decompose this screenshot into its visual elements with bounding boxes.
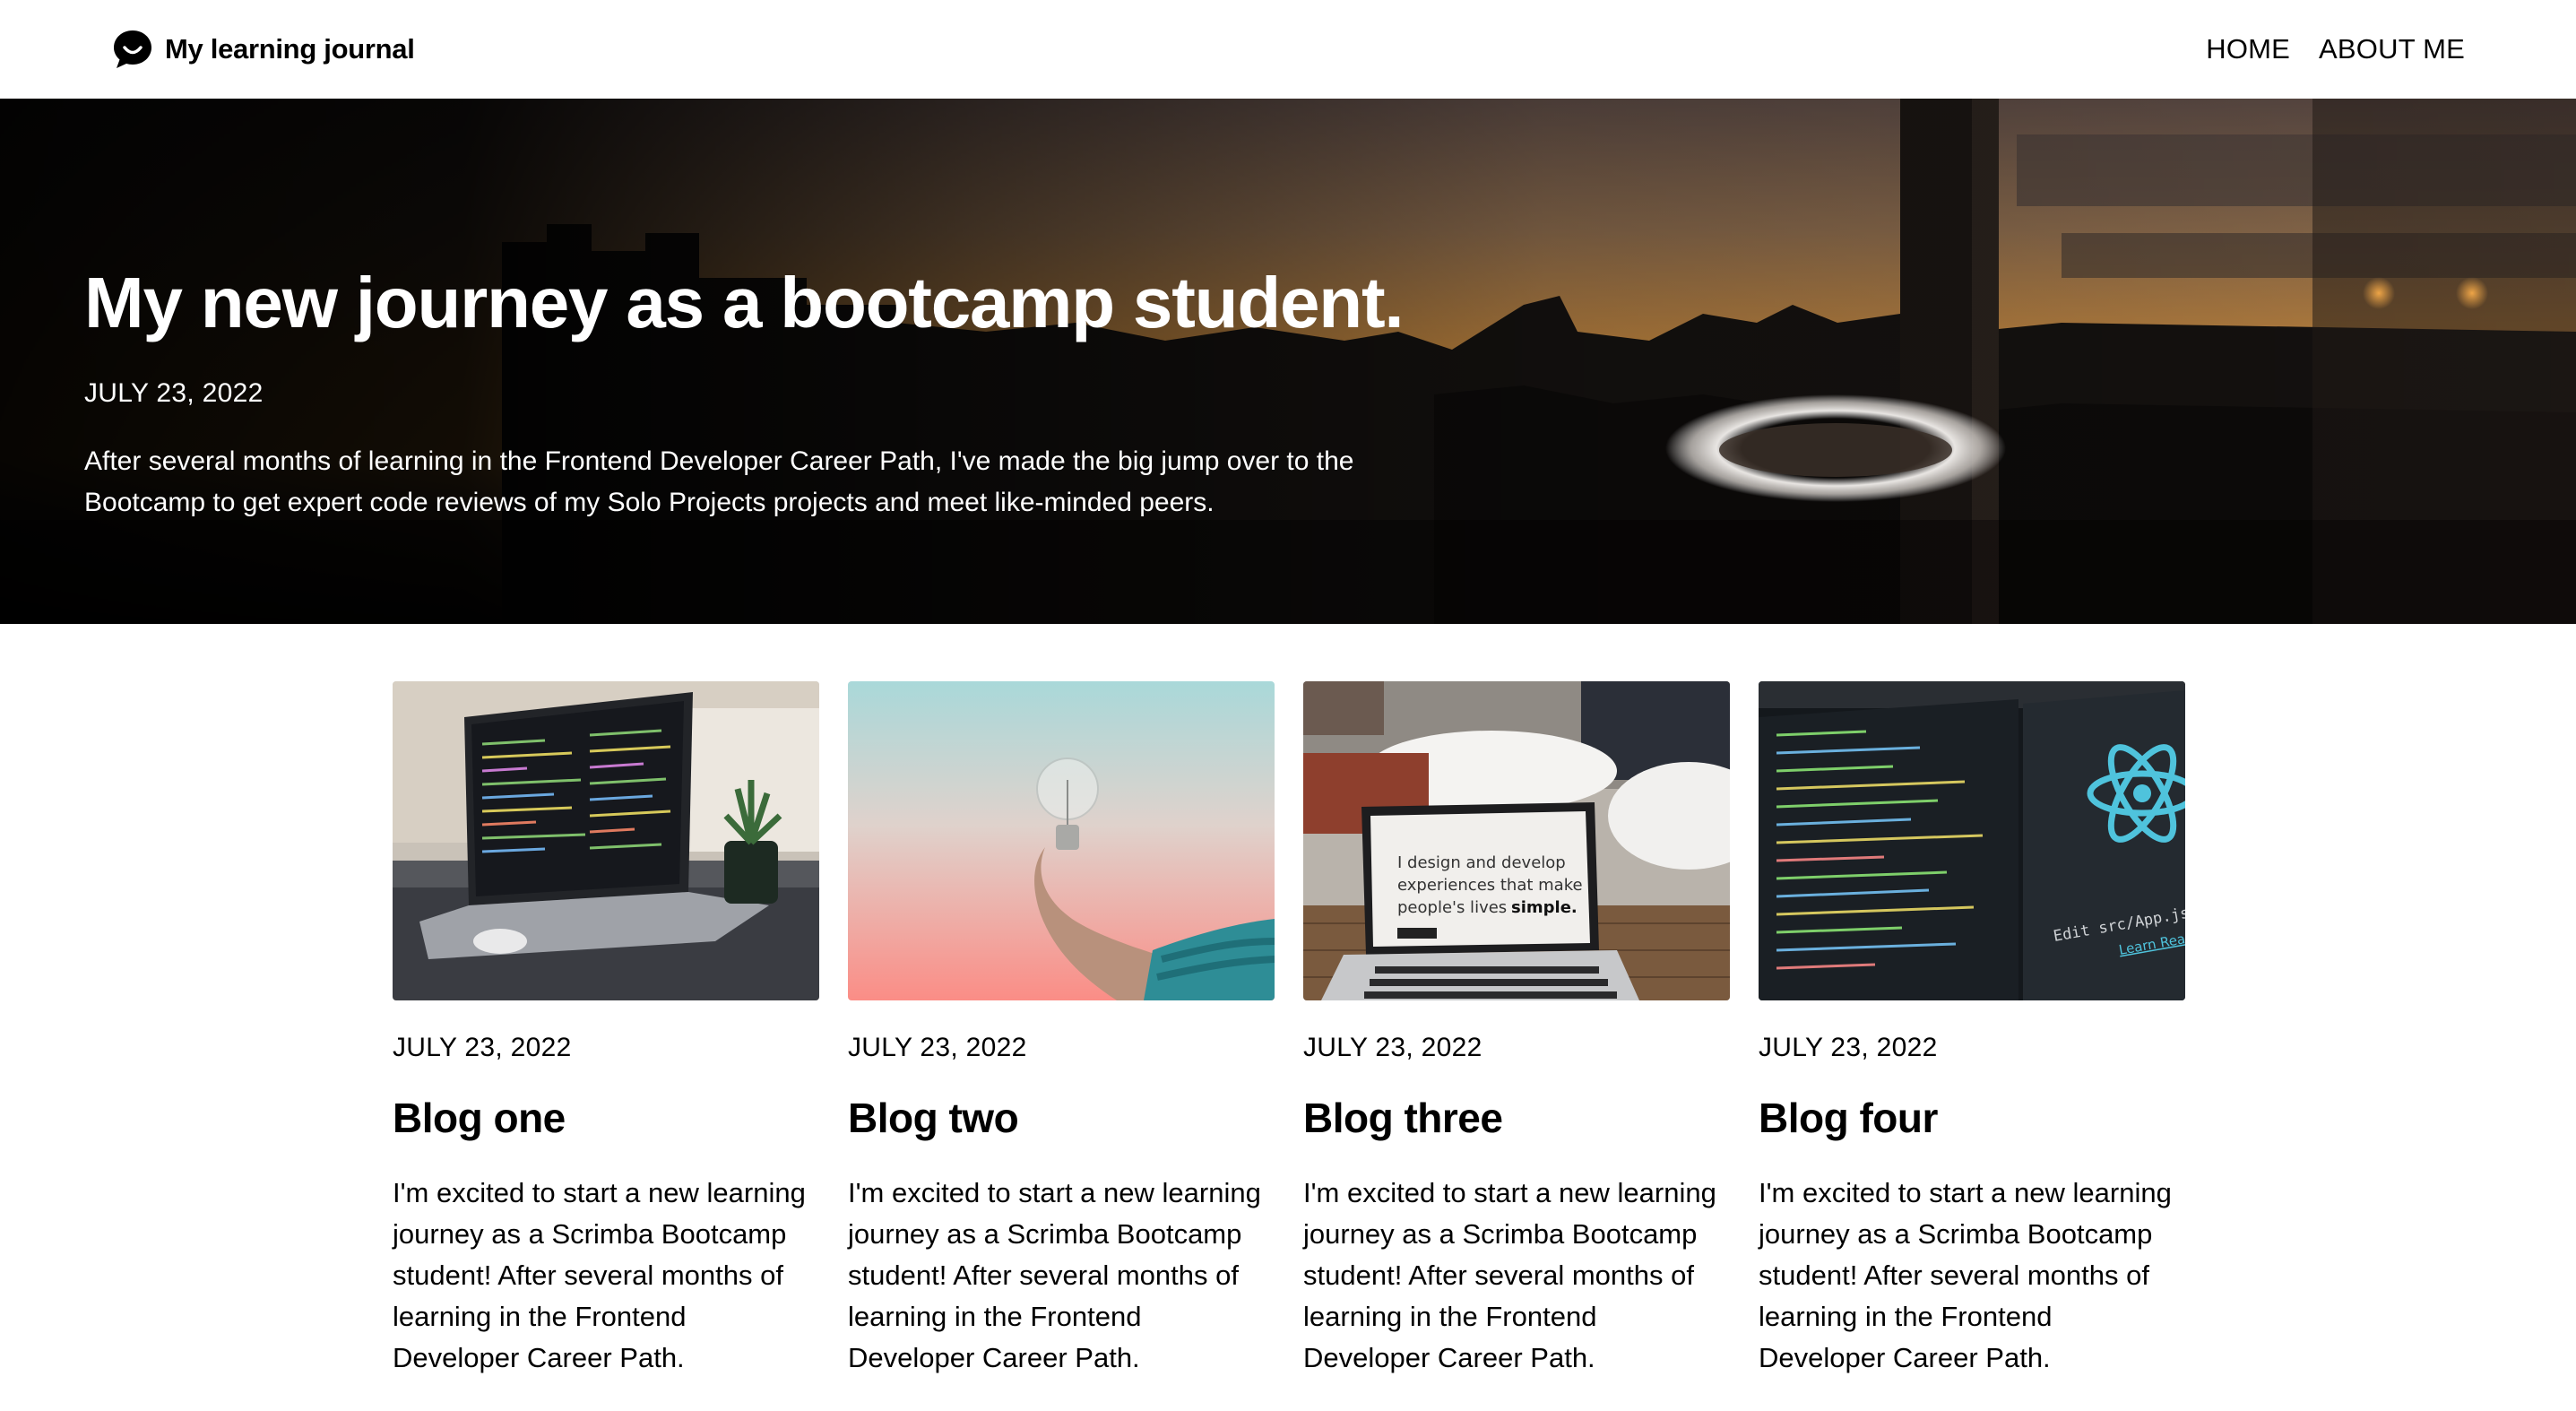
post-excerpt: I'm excited to start a new learning jour… [848,1177,1261,1373]
nav-home-link[interactable]: HOME [2206,33,2290,65]
hero-title[interactable]: My new journey as a bootcamp student. [84,260,1411,346]
post-date: JULY 23, 2022 [848,1033,1027,1062]
blog-card[interactable]: JULY 23, 2022 Blog two I'm excited to st… [848,681,1275,1379]
image-text-line-2: experiences that make [1397,876,1583,895]
hero-content: My new journey as a bootcamp student. JU… [84,260,1411,524]
hero-text: After several months of learning in the … [84,446,1354,517]
blog-three-image: I design and develop experiences that ma… [1303,681,1730,1000]
image-text-line-3a: people's lives [1397,898,1507,917]
nav-about-me-link[interactable]: ABOUT ME [2319,33,2465,65]
main-nav: HOME ABOUT ME [2206,33,2465,65]
post-title[interactable]: Blog three [1303,1094,1730,1142]
blog-four-image: Edit src/App.js and save Learn React [1759,681,2185,1000]
site-title: My learning journal [165,33,415,65]
post-date: JULY 23, 2022 [1303,1033,1482,1062]
blog-cards: JULY 23, 2022 Blog one I'm excited to st… [393,681,2185,1379]
blog-one-image [393,681,819,1000]
post-date: JULY 23, 2022 [393,1033,572,1062]
post-excerpt: I'm excited to start a new learning jour… [393,1177,806,1373]
post-excerpt: I'm excited to start a new learning jour… [1303,1177,1716,1373]
blog-card[interactable]: I design and develop experiences that ma… [1303,681,1730,1379]
chat-bubble-smile-icon [114,30,151,68]
image-text-line-1: I design and develop [1397,853,1566,872]
hero-section[interactable]: My new journey as a bootcamp student. JU… [0,99,2576,624]
post-excerpt: I'm excited to start a new learning jour… [1759,1177,2172,1373]
post-date: JULY 23, 2022 [1759,1033,1938,1062]
image-text-line-3b: simple. [1511,898,1578,917]
post-title[interactable]: Blog four [1759,1094,2185,1142]
blog-card[interactable]: Edit src/App.js and save Learn React JUL… [1759,681,2185,1379]
blog-card[interactable]: JULY 23, 2022 Blog one I'm excited to st… [393,681,819,1379]
brand[interactable]: My learning journal [111,28,415,71]
post-title[interactable]: Blog one [393,1094,819,1142]
hero-date: JULY 23, 2022 [84,378,264,408]
post-title[interactable]: Blog two [848,1094,1275,1142]
blog-two-image [848,681,1275,1000]
site-header: My learning journal HOME ABOUT ME [0,0,2576,99]
